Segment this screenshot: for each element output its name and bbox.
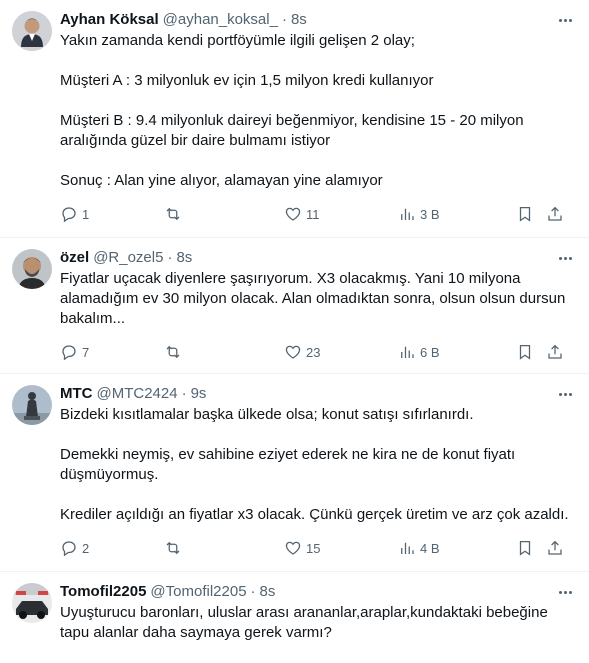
separator: · xyxy=(281,11,287,28)
heart-icon xyxy=(285,345,301,359)
author-name[interactable]: özel xyxy=(60,248,89,268)
author-name[interactable]: Ayhan Köksal xyxy=(60,10,159,30)
action-bar: 7 23 6 B xyxy=(60,333,573,371)
tweet-text: Bizdeki kısıtlamalar başka ülkede olsa; … xyxy=(60,406,569,523)
like-count: 11 xyxy=(306,206,320,222)
views-button[interactable]: 3 B xyxy=(398,205,440,223)
tweet-text: Fiyatlar uçacak diyenlere şaşırıyorum. X… xyxy=(60,270,570,327)
author-handle[interactable]: @ayhan_koksal_ xyxy=(163,10,278,30)
author-handle[interactable]: @Tomofil2205 xyxy=(150,582,246,602)
author-handle[interactable]: @R_ozel5 xyxy=(93,248,163,268)
bookmark-button[interactable] xyxy=(516,539,534,557)
bookmark-icon xyxy=(519,206,531,222)
avatar-photo xyxy=(12,11,52,51)
author-name[interactable]: MTC xyxy=(60,384,93,404)
avatar[interactable] xyxy=(12,249,52,289)
timestamp[interactable]: 8s xyxy=(260,582,276,602)
avatar[interactable] xyxy=(12,583,52,623)
share-icon xyxy=(548,206,562,221)
views-button[interactable]: 4 B xyxy=(398,539,440,557)
tweet[interactable]: özel @R_ozel5 · 8s Fiyatlar uçacak diyen… xyxy=(0,238,589,374)
separator: · xyxy=(181,385,187,402)
like-button[interactable]: 11 xyxy=(284,205,320,223)
share-button[interactable] xyxy=(546,205,564,223)
reply-icon xyxy=(62,207,76,223)
retweet-icon xyxy=(166,207,180,221)
tweet[interactable]: Tomofil2205 @Tomofil2205 · 8s Uyuşturucu… xyxy=(0,572,589,663)
more-options-button[interactable] xyxy=(555,250,575,266)
heart-icon xyxy=(285,541,301,555)
avatar-photo xyxy=(12,583,52,623)
reply-button[interactable]: 2 xyxy=(60,539,89,557)
views-icon xyxy=(401,542,414,554)
views-button[interactable]: 6 B xyxy=(398,343,440,361)
bookmark-icon xyxy=(519,540,531,556)
reply-icon xyxy=(62,345,76,361)
share-icon xyxy=(548,344,562,359)
action-bar: 2 15 4 B xyxy=(60,529,573,567)
share-icon xyxy=(548,540,562,555)
heart-icon xyxy=(285,207,301,221)
avatar[interactable] xyxy=(12,385,52,425)
bookmark-button[interactable] xyxy=(516,205,534,223)
retweet-button[interactable] xyxy=(164,205,186,223)
timestamp[interactable]: 8s xyxy=(291,10,307,30)
more-icon xyxy=(558,18,562,22)
avatar-photo xyxy=(12,385,52,425)
tweet-text: Uyuşturucu baronları, uluslar arası aran… xyxy=(60,604,552,641)
reply-button[interactable]: 7 xyxy=(60,343,89,361)
more-icon xyxy=(558,256,562,260)
avatar[interactable] xyxy=(12,11,52,51)
like-count: 23 xyxy=(306,344,321,360)
more-icon xyxy=(558,392,562,396)
like-button[interactable]: 23 xyxy=(284,343,320,361)
separator: · xyxy=(250,583,256,600)
retweet-button[interactable] xyxy=(164,539,186,557)
reply-button[interactable]: 1 xyxy=(60,205,89,223)
reply-count: 2 xyxy=(82,540,90,556)
like-button[interactable]: 15 xyxy=(284,539,320,557)
views-icon xyxy=(401,346,414,358)
timeline-feed: Ayhan Köksal @ayhan_koksal_ · 8s Yakın z… xyxy=(0,0,589,663)
share-button[interactable] xyxy=(546,343,564,361)
views-count: 6 B xyxy=(420,344,440,360)
retweet-icon xyxy=(166,541,180,555)
like-count: 15 xyxy=(306,540,321,556)
tweet-text: Yakın zamanda kendi portföyümle ilgili g… xyxy=(60,32,524,189)
timestamp[interactable]: 8s xyxy=(176,248,192,268)
share-button[interactable] xyxy=(546,539,564,557)
separator: · xyxy=(167,249,173,266)
more-icon xyxy=(558,590,562,594)
timestamp[interactable]: 9s xyxy=(191,384,207,404)
views-count: 4 B xyxy=(420,540,440,556)
tweet[interactable]: Ayhan Köksal @ayhan_koksal_ · 8s Yakın z… xyxy=(0,0,589,238)
author-name[interactable]: Tomofil2205 xyxy=(60,582,146,602)
tweet[interactable]: MTC @MTC2424 · 9s Bizdeki kısıtlamalar b… xyxy=(0,374,589,572)
retweet-icon xyxy=(166,345,180,359)
views-icon xyxy=(401,208,414,220)
reply-icon xyxy=(62,541,76,557)
avatar-photo xyxy=(12,249,52,289)
views-count: 3 B xyxy=(420,206,440,222)
more-options-button[interactable] xyxy=(555,584,575,600)
bookmark-button[interactable] xyxy=(516,343,534,361)
author-handle[interactable]: @MTC2424 xyxy=(97,384,178,404)
retweet-button[interactable] xyxy=(164,343,186,361)
bookmark-icon xyxy=(519,344,531,360)
more-options-button[interactable] xyxy=(555,386,575,402)
reply-count: 7 xyxy=(82,344,90,360)
more-options-button[interactable] xyxy=(555,12,575,28)
reply-count: 1 xyxy=(82,206,90,222)
action-bar: 1 11 3 B xyxy=(60,195,573,233)
